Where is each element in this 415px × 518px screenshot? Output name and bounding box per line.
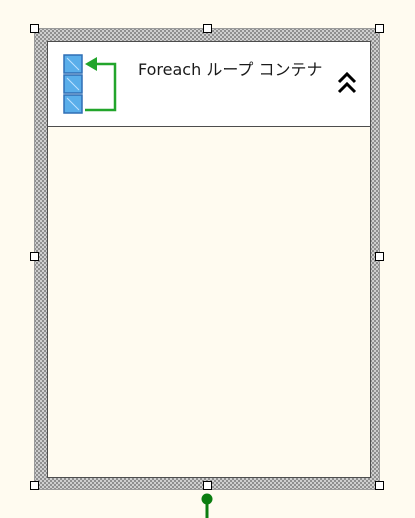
- resize-handle-top-left[interactable]: [30, 24, 39, 33]
- container-title: Foreach ループ コンテナ: [138, 60, 323, 79]
- resize-handle-bottom-right[interactable]: [375, 481, 384, 490]
- container-header[interactable]: Foreach ループ コンテナ: [48, 42, 370, 127]
- foreach-loop-icon: [63, 54, 117, 114]
- resize-handle-bottom-left[interactable]: [30, 481, 39, 490]
- collapse-button[interactable]: [336, 70, 358, 96]
- foreach-loop-container[interactable]: Foreach ループ コンテナ: [47, 41, 371, 478]
- precedence-connector-icon[interactable]: [200, 491, 214, 518]
- resize-handle-left[interactable]: [30, 252, 39, 261]
- resize-handle-right[interactable]: [375, 252, 384, 261]
- resize-handle-bottom[interactable]: [203, 481, 212, 490]
- resize-handle-top[interactable]: [203, 24, 212, 33]
- double-chevron-up-icon: [337, 71, 357, 94]
- resize-handle-top-right[interactable]: [375, 24, 384, 33]
